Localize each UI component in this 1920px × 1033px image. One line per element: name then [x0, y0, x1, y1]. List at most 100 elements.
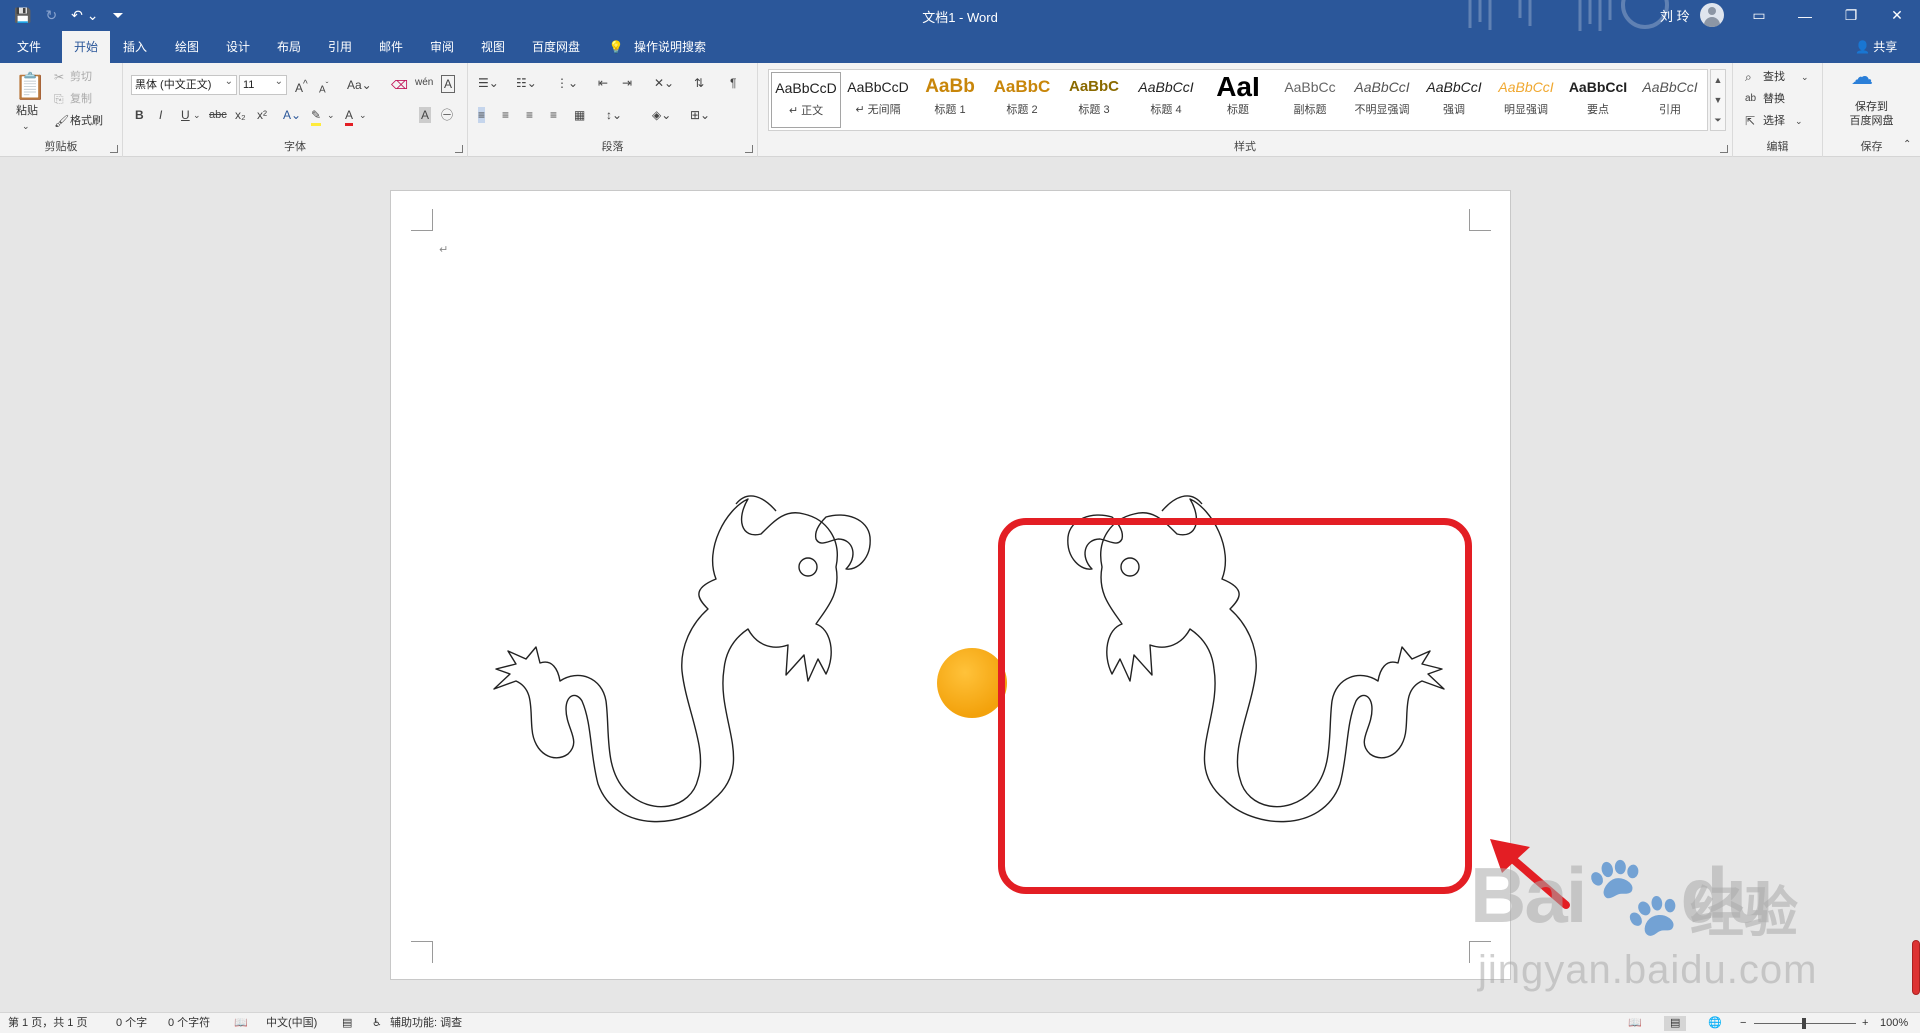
avatar[interactable] [1700, 3, 1724, 27]
tab-view[interactable]: 视图 [472, 31, 514, 63]
paste-label[interactable]: 粘贴 [16, 103, 38, 119]
subscript-icon[interactable]: x₂ [235, 107, 246, 123]
zoom-level[interactable]: 100% [1880, 1016, 1908, 1031]
copy-icon[interactable]: ⎘ [54, 91, 64, 107]
distributed-icon[interactable]: ▦ [574, 107, 585, 123]
read-mode-icon[interactable]: 📖 [1628, 1016, 1642, 1031]
minimize-icon[interactable]: — [1782, 0, 1828, 31]
underline-dropdown-icon[interactable]: ⌄ [193, 107, 201, 123]
borders-icon[interactable]: ⊞⌄ [690, 107, 710, 123]
tab-design[interactable]: 设计 [217, 31, 259, 63]
print-layout-icon[interactable]: ▤ [1664, 1016, 1687, 1031]
copy-label[interactable]: 复制 [70, 91, 92, 107]
enclose-character-icon[interactable]: A [441, 75, 456, 93]
style-heading-1[interactable]: AaBb 标题 1 [915, 72, 985, 128]
text-effects-icon[interactable]: A⌄ [283, 107, 301, 123]
bullets-icon[interactable]: ☰⌄ [478, 75, 499, 91]
style-heading-2[interactable]: AaBbC 标题 2 [987, 72, 1057, 128]
zoom-in-icon[interactable]: + [1862, 1016, 1868, 1031]
replace-icon[interactable]: ab [1745, 91, 1756, 107]
lightbulb-icon[interactable]: 💡 [604, 31, 628, 63]
format-painter-label[interactable]: 格式刷 [70, 113, 103, 129]
font-color-dropdown-icon[interactable]: ⌄ [359, 107, 367, 123]
tab-mailings[interactable]: 邮件 [370, 31, 412, 63]
highlight-color-icon[interactable]: ✎ [311, 107, 322, 126]
decrease-indent-icon[interactable]: ⇤ [598, 75, 608, 91]
style-no-spacing[interactable]: AaBbCcD ↵ 无间隔 [843, 72, 913, 128]
more-styles-icon[interactable]: ⏷ [1711, 110, 1725, 130]
select-label[interactable]: 选择 [1763, 113, 1785, 129]
select-dropdown-icon[interactable]: ⌄ [1795, 113, 1803, 129]
chinese-layout-icon[interactable]: ✕⌄ [654, 75, 674, 91]
macro-icon[interactable]: ▤ [342, 1016, 352, 1031]
align-right-icon[interactable]: ≡ [526, 107, 533, 123]
accessibility-status[interactable]: 辅助功能: 调查 [390, 1016, 462, 1031]
increase-indent-icon[interactable]: ⇥ [622, 75, 632, 91]
underline-icon[interactable]: U [181, 107, 190, 123]
font-name-select[interactable]: 黑体 (中文正文) [131, 73, 237, 95]
superscript-icon[interactable]: x² [257, 107, 267, 123]
style-strong[interactable]: AaBbCcI 要点 [1563, 72, 1633, 128]
word-count[interactable]: 0 个字 [116, 1016, 147, 1031]
ribbon-display-options-icon[interactable]: ▭ [1736, 0, 1782, 31]
bold-icon[interactable]: B [135, 107, 144, 123]
font-color-icon[interactable]: A [345, 107, 354, 126]
justify-icon[interactable]: ≡ [550, 107, 557, 123]
clipboard-launcher-icon[interactable] [110, 145, 118, 153]
multilevel-list-icon[interactable]: ⋮⌄ [556, 75, 578, 91]
tab-insert[interactable]: 插入 [114, 31, 156, 63]
style-heading-4[interactable]: AaBbCcI 标题 4 [1131, 72, 1201, 128]
find-label[interactable]: 查找 [1763, 69, 1785, 85]
cut-icon[interactable]: ✂ [54, 69, 64, 85]
replace-label[interactable]: 替换 [1763, 91, 1785, 107]
style-quote[interactable]: AaBbCcI 引用 [1635, 72, 1705, 128]
cut-label[interactable]: 剪切 [70, 69, 92, 85]
tab-layout[interactable]: 布局 [268, 31, 310, 63]
tab-review[interactable]: 审阅 [421, 31, 463, 63]
page-count[interactable]: 第 1 页，共 1 页 [8, 1016, 87, 1031]
shading-icon[interactable]: ◈⌄ [652, 107, 671, 123]
zoom-out-icon[interactable]: − [1740, 1016, 1746, 1031]
clear-formatting-icon[interactable]: ⌫ [391, 77, 408, 93]
baidu-cloud-icon[interactable]: ☁ [1851, 66, 1873, 88]
paragraph-launcher-icon[interactable] [745, 145, 753, 153]
style-normal[interactable]: AaBbCcD ↵ 正文 [771, 72, 841, 128]
collapse-ribbon-icon[interactable]: ⌃ [1903, 137, 1911, 153]
close-icon[interactable]: ✕ [1874, 0, 1920, 31]
align-center-icon[interactable]: ≡ [502, 107, 509, 123]
sort-icon[interactable]: ⇅ [694, 75, 704, 91]
style-title[interactable]: AaI 标题 [1203, 72, 1273, 128]
dragon-shape-original[interactable] [486, 419, 906, 839]
tab-references[interactable]: 引用 [319, 31, 361, 63]
char-count[interactable]: 0 个字符 [168, 1016, 210, 1031]
share-button[interactable]: 👤 共享 [1855, 31, 1897, 63]
font-launcher-icon[interactable] [455, 145, 463, 153]
tab-baidu-netdisk[interactable]: 百度网盘 [525, 31, 587, 63]
phonetic-guide-icon[interactable]: wén [415, 75, 433, 91]
save-to-netdisk-line2[interactable]: 百度网盘 [1823, 113, 1920, 129]
show-marks-icon[interactable]: ¶ [730, 75, 736, 91]
format-painter-icon[interactable]: 🖌 [54, 113, 69, 129]
style-heading-3[interactable]: AaBbC 标题 3 [1059, 72, 1129, 128]
accessibility-icon[interactable]: ♿ [372, 1016, 382, 1031]
find-dropdown-icon[interactable]: ⌄ [1801, 69, 1809, 85]
shrink-font-icon[interactable]: Aˇ [319, 77, 328, 98]
enclosed-alphanumerics-icon[interactable]: ㊀ [441, 107, 453, 123]
web-layout-icon[interactable]: 🌐 [1708, 1016, 1722, 1031]
vertical-scrollbar[interactable] [1912, 940, 1920, 995]
language-status[interactable]: 中文(中国) [266, 1016, 317, 1031]
tell-me-search[interactable]: 操作说明搜索 [630, 31, 710, 63]
style-intense-emphasis[interactable]: AaBbCcI 明显强调 [1491, 72, 1561, 128]
find-icon[interactable]: ⌕ [1745, 69, 1752, 85]
numbering-icon[interactable]: ☷⌄ [516, 75, 537, 91]
scroll-up-icon[interactable]: ▲ [1711, 70, 1725, 90]
styles-launcher-icon[interactable] [1720, 145, 1728, 153]
change-case-icon[interactable]: Aa⌄ [347, 77, 372, 93]
scroll-down-icon[interactable]: ▼ [1711, 90, 1725, 110]
paste-dropdown-icon[interactable]: ⌄ [22, 118, 30, 134]
highlight-dropdown-icon[interactable]: ⌄ [327, 107, 335, 123]
select-icon[interactable]: ⇱ [1745, 113, 1755, 129]
paste-icon[interactable]: 📋 [14, 71, 46, 101]
tab-draw[interactable]: 绘图 [166, 31, 208, 63]
style-emphasis[interactable]: AaBbCcI 强调 [1419, 72, 1489, 128]
